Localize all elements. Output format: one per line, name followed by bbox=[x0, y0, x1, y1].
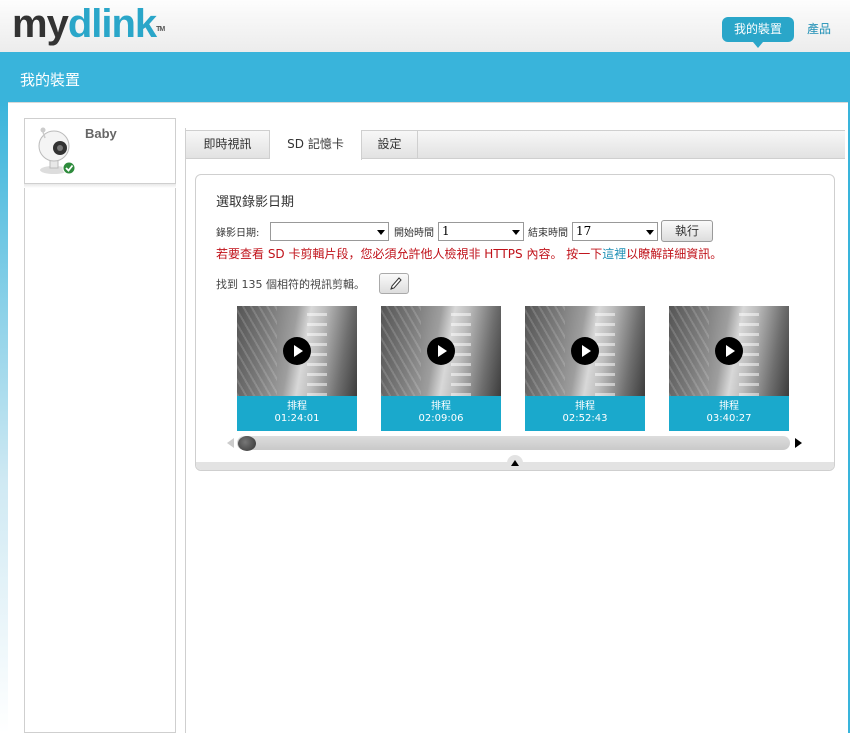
start-time-select[interactable]: 1 bbox=[438, 222, 524, 241]
mydlink-logo[interactable]: mydlinkTM bbox=[12, 2, 165, 46]
device-card-shadow bbox=[24, 184, 176, 188]
nav-products[interactable]: 產品 bbox=[807, 17, 831, 42]
clip-item[interactable]: 排程 02:09:06 bbox=[381, 306, 501, 431]
end-time-select[interactable]: 17 bbox=[572, 222, 658, 241]
device-list bbox=[24, 118, 176, 733]
date-select[interactable] bbox=[270, 222, 389, 241]
clip-item[interactable]: 排程 03:40:27 bbox=[669, 306, 789, 431]
scroll-right-icon[interactable] bbox=[795, 438, 802, 448]
title-band: 我的裝置 bbox=[0, 52, 850, 102]
device-name: Baby bbox=[85, 126, 117, 141]
play-icon[interactable] bbox=[283, 337, 311, 365]
help-link[interactable]: 這裡 bbox=[602, 247, 626, 261]
collapse-up-icon[interactable] bbox=[507, 455, 523, 469]
camera-icon bbox=[38, 127, 76, 175]
clip-caption: 排程 01:24:01 bbox=[237, 396, 357, 431]
clip-scrollbar[interactable] bbox=[237, 436, 790, 450]
section-title: 選取錄影日期 bbox=[216, 195, 295, 210]
date-label: 錄影日期: bbox=[216, 228, 260, 239]
nav-my-devices[interactable]: 我的裝置 bbox=[722, 17, 795, 48]
https-warning: 若要查看 SD 卡剪輯片段，您必須允許他人檢視非 HTTPS 內容。 按一下這裡… bbox=[216, 247, 723, 261]
left-edge bbox=[0, 102, 8, 733]
run-button[interactable]: 執行 bbox=[661, 220, 713, 242]
chevron-down-icon bbox=[646, 230, 654, 235]
edit-button[interactable] bbox=[379, 273, 409, 294]
start-time-label: 開始時間 bbox=[394, 228, 434, 239]
clip-caption: 排程 03:40:27 bbox=[669, 396, 789, 431]
scroll-left-icon[interactable] bbox=[227, 438, 234, 448]
clip-count-text: 找到 135 個相符的視訊剪輯。 bbox=[216, 278, 365, 291]
tab-live-video[interactable]: 即時視訊 bbox=[186, 130, 270, 159]
play-icon[interactable] bbox=[427, 337, 455, 365]
scroll-knob[interactable] bbox=[238, 436, 256, 451]
clip-item[interactable]: 排程 02:52:43 bbox=[525, 306, 645, 431]
end-time-label: 結束時間 bbox=[528, 228, 568, 239]
clip-caption: 排程 02:52:43 bbox=[525, 396, 645, 431]
play-icon[interactable] bbox=[715, 337, 743, 365]
page-title: 我的裝置 bbox=[20, 71, 81, 89]
chevron-down-icon bbox=[377, 230, 385, 235]
tab-settings[interactable]: 設定 bbox=[362, 130, 418, 159]
chevron-down-icon bbox=[512, 230, 520, 235]
tab-sd-card[interactable]: SD 記憶卡 bbox=[270, 130, 362, 160]
clip-caption: 排程 02:09:06 bbox=[381, 396, 501, 431]
clip-item[interactable]: 排程 01:24:01 bbox=[237, 306, 357, 431]
play-icon[interactable] bbox=[571, 337, 599, 365]
pencil-icon bbox=[390, 277, 402, 290]
online-check-icon bbox=[62, 161, 76, 175]
